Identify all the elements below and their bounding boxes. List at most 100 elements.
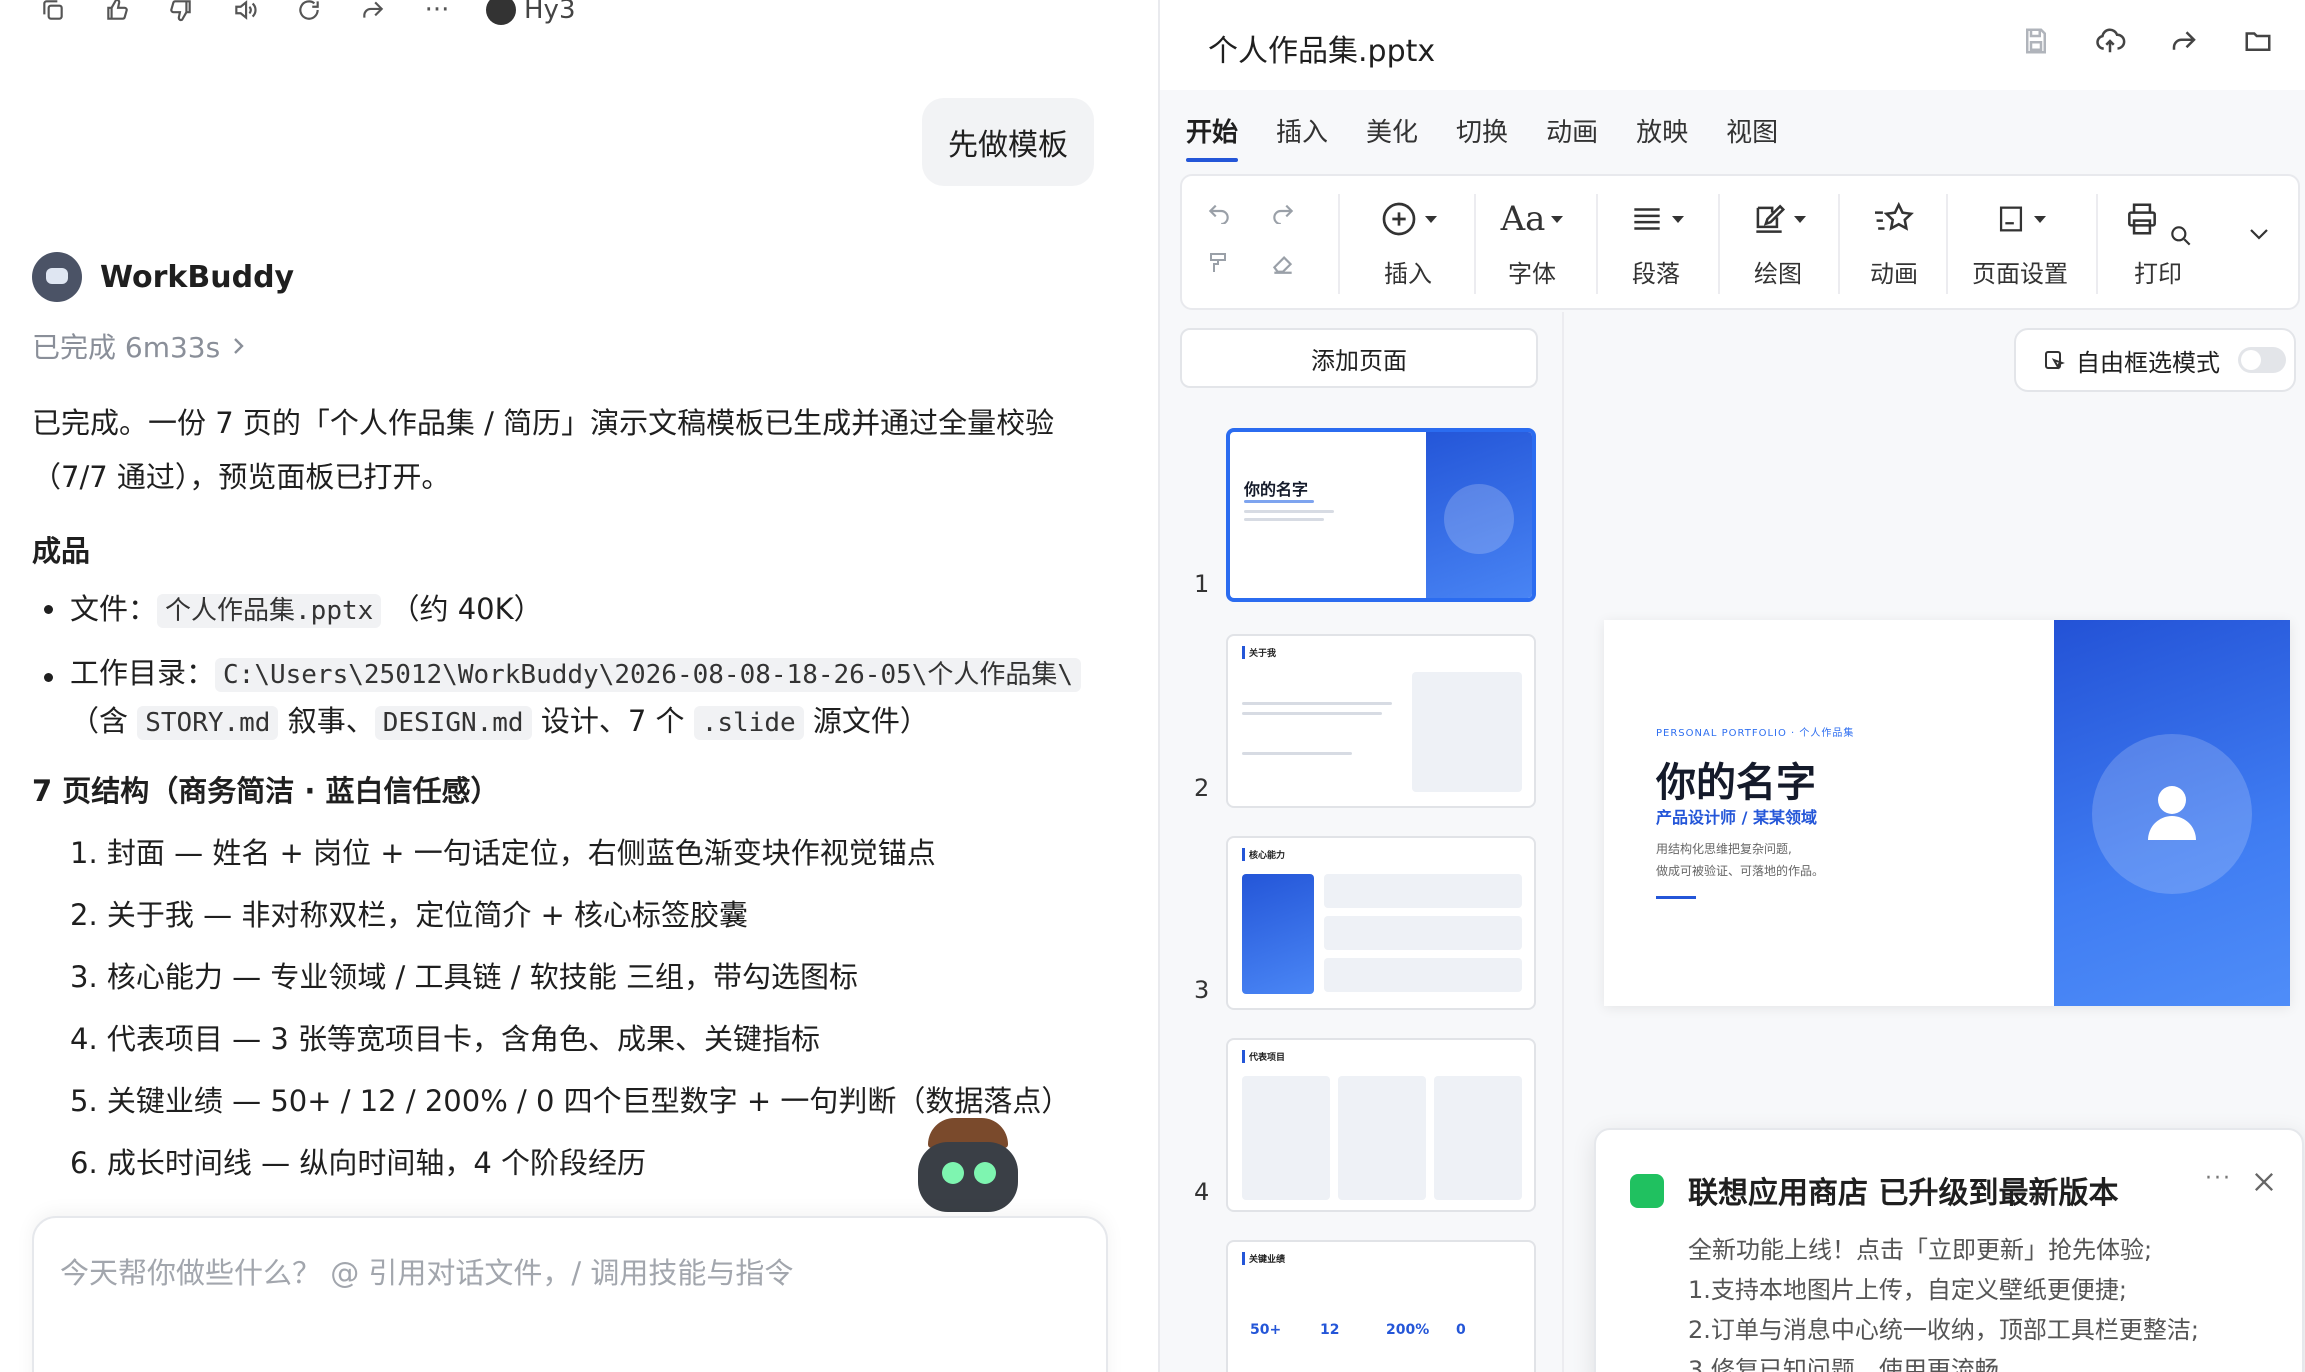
file-size: （约 40K）: [390, 592, 543, 626]
thumb-up-icon[interactable]: [102, 0, 132, 25]
summary-text: 已完成。一份 7 页的「个人作品集 / 简历」演示文稿模板已生成并通过全量校验（…: [32, 406, 1055, 494]
speaker-icon[interactable]: [230, 0, 260, 25]
thumb-stat: 50+: [1250, 1322, 1282, 1338]
bot-avatar: [32, 252, 82, 302]
ribbon-label: 页面设置: [1972, 260, 2068, 288]
story-label: 叙事、: [287, 704, 375, 738]
redo-icon[interactable]: [1268, 196, 1298, 226]
upload-cloud-icon[interactable]: [2093, 24, 2127, 58]
update-notification[interactable]: 联想应用商店 已升级到最新版本 ··· 全新功能上线！点击「立即更新」抢先体验;…: [1594, 1128, 2304, 1372]
align-justify-icon: [1634, 208, 1660, 230]
status-row[interactable]: 已完成 6m33s: [32, 326, 246, 366]
refresh-icon[interactable]: [294, 0, 324, 25]
ribbon-expand-button[interactable]: [2248, 226, 2270, 246]
thumbnail-divider: [1562, 312, 1564, 1372]
ribbon-draw-button[interactable]: 绘图: [1738, 196, 1818, 296]
structure-item: 2. 关于我 — 非对称双栏，定位简介 + 核心标签胶囊: [70, 898, 749, 932]
structure-item: 4. 代表项目 — 3 张等宽项目卡，含角色、成果、关键指标: [70, 1022, 820, 1056]
thumb-line: [1244, 510, 1334, 513]
tab-home[interactable]: 开始: [1186, 112, 1239, 162]
model-name: Hy3: [524, 0, 576, 25]
thumb-header: 关键业绩: [1242, 1252, 1285, 1265]
message-composer[interactable]: 今天帮你做些什么？ @ 引用对话文件，/ 调用技能与指令: [32, 1216, 1108, 1372]
tab-animation[interactable]: 动画: [1546, 112, 1598, 162]
share-icon[interactable]: [358, 0, 388, 25]
tab-view[interactable]: 视图: [1726, 112, 1778, 162]
ribbon-label: 字体: [1508, 260, 1556, 288]
more-icon[interactable]: ···: [422, 0, 452, 25]
ribbon-font-button[interactable]: Aa 字体: [1492, 196, 1572, 296]
folder-icon[interactable]: [2241, 24, 2275, 58]
section-heading-structure: 7 页结构（商务简洁 · 蓝白信任感）: [32, 774, 500, 808]
notification-more-button[interactable]: ···: [2205, 1166, 2232, 1191]
notification-body: 全新功能上线！点击「立即更新」抢先体验; 1.支持本地图片上传，自定义壁纸更便捷…: [1688, 1230, 2199, 1372]
bot-message-body: 已完成。一份 7 页的「个人作品集 / 简历」演示文稿模板已生成并通过全量校验（…: [32, 396, 1092, 1194]
story-md-code[interactable]: STORY.md: [137, 706, 279, 740]
slide-thumbnail-2[interactable]: 关于我: [1226, 634, 1536, 808]
ribbon-page-setup-button[interactable]: 页面设置: [1968, 196, 2072, 296]
thumb-blue-card: [1242, 874, 1314, 994]
thumb-number: 3: [1194, 976, 1210, 1004]
undo-icon[interactable]: [1204, 196, 1234, 226]
close-icon[interactable]: [2250, 1168, 2278, 1196]
page-icon: [1999, 206, 2023, 232]
user-icon: [2148, 786, 2196, 840]
toggle-switch[interactable]: [2238, 347, 2286, 373]
mascot-eye: [974, 1162, 996, 1184]
thumb-header: 关于我: [1242, 646, 1276, 659]
slide-thumbnail-3[interactable]: 核心能力: [1226, 836, 1536, 1010]
bot-name: WorkBuddy: [100, 259, 295, 295]
product-list: 文件： 个人作品集.pptx （约 40K） 工作目录： C:\Users\2501…: [32, 582, 1092, 746]
eraser-icon[interactable]: [1268, 248, 1298, 278]
slide-thumbnail-1[interactable]: 你的名字: [1226, 428, 1536, 602]
format-painter-icon[interactable]: [1204, 248, 1234, 278]
ribbon-toolbar: 插入 Aa 字体 段落 绘图 动画 页面设置 打印: [1180, 174, 2300, 310]
notification-line: 2.订单与消息中心统一收纳，顶部工具栏更整洁;: [1688, 1316, 2199, 1344]
design-md-code[interactable]: DESIGN.md: [374, 706, 532, 740]
caret-icon: [1672, 215, 1684, 223]
thumb-stat: 200%: [1386, 1322, 1430, 1338]
save-icon[interactable]: [2019, 24, 2053, 58]
thumb-stat: 12: [1320, 1322, 1340, 1338]
ribbon-separator: [1596, 194, 1598, 294]
thumb-line: [1244, 500, 1314, 503]
chevron-right-icon: [234, 338, 244, 354]
list-item: 工作目录： C:\Users\25012\WorkBuddy\2026-08-08…: [44, 650, 1092, 746]
notification-line: 3.修复已知问题，使用更流畅: [1688, 1356, 1999, 1372]
mascot-robot[interactable]: [888, 1118, 1048, 1218]
file-name-code[interactable]: 个人作品集.pptx: [157, 594, 382, 628]
copy-icon[interactable]: [38, 0, 68, 25]
slide-thumbnail-4[interactable]: 代表项目: [1226, 1038, 1536, 1212]
ribbon-animation-button[interactable]: 动画: [1862, 196, 1926, 296]
tab-beautify[interactable]: 美化: [1366, 112, 1418, 162]
notification-line: 全新功能上线！点击「立即更新」抢先体验;: [1688, 1236, 2153, 1264]
free-select-toggle[interactable]: 自由框选模式: [2014, 328, 2296, 392]
tab-insert[interactable]: 插入: [1276, 112, 1328, 162]
share-icon[interactable]: [2167, 24, 2201, 58]
message-actions: ··· Hy3: [38, 0, 575, 26]
workdir-label: 工作目录：: [70, 656, 216, 690]
tab-transition[interactable]: 切换: [1456, 112, 1508, 162]
bot-header: WorkBuddy: [32, 252, 294, 302]
plus-circle-icon: [1382, 202, 1416, 236]
slide-thumbnail-5[interactable]: 关键业绩 50+ 12 200% 0: [1226, 1240, 1536, 1372]
tab-slideshow[interactable]: 放映: [1636, 112, 1688, 162]
thumb-number: 1: [1194, 570, 1210, 598]
thumb-avatar-circle: [1444, 484, 1514, 554]
thumb-box: [1324, 958, 1522, 992]
thumb-down-icon[interactable]: [166, 0, 196, 25]
font-aa-icon: Aa: [1500, 199, 1546, 239]
edit-pencil-icon: [1756, 204, 1786, 233]
ribbon-paragraph-button[interactable]: 段落: [1616, 196, 1696, 296]
model-tag: Hy3: [486, 0, 575, 25]
caret-icon: [2034, 215, 2046, 223]
workdir-path-code[interactable]: C:\Users\25012\WorkBuddy\2026-08-08-18-2…: [215, 658, 1082, 692]
star-motion-icon: [1875, 201, 1914, 231]
thumb-header: 代表项目: [1242, 1050, 1285, 1063]
titlebar-actions: [2019, 24, 2275, 58]
ribbon-print-button[interactable]: 打印: [2118, 196, 2198, 296]
ribbon-separator: [1838, 194, 1840, 294]
slide-canvas[interactable]: PERSONAL PORTFOLIO · 个人作品集 你的名字 产品设计师 / …: [1604, 620, 2290, 1006]
add-page-button[interactable]: 添加页面: [1180, 328, 1538, 388]
ribbon-insert-button[interactable]: 插入: [1368, 196, 1448, 296]
